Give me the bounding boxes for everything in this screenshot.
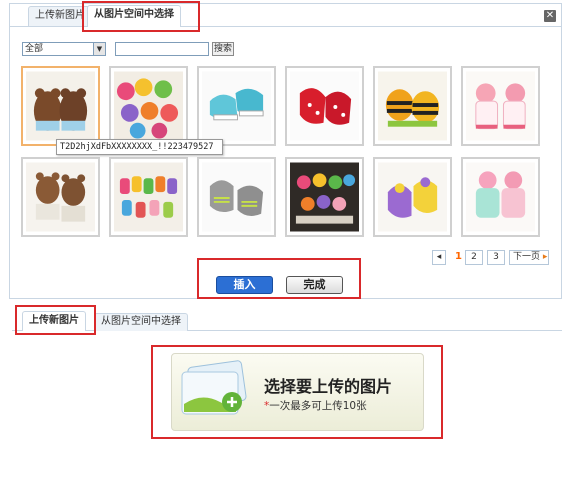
bear-white-socks-image (26, 162, 95, 232)
close-icon[interactable]: ✕ (544, 10, 556, 22)
thumbnail-10[interactable] (285, 157, 364, 237)
search-input[interactable] (115, 42, 209, 56)
thumbnail-12[interactable] (461, 157, 540, 237)
thumbnail-7[interactable] (21, 157, 100, 237)
search-button[interactable]: 搜索 (212, 42, 234, 56)
filename-tooltip: T2D2hjXdFbXXXXXXXX_!!223479527 (56, 139, 223, 155)
bee-socks-image (378, 71, 447, 141)
highlight-box-upload (151, 345, 443, 439)
pink-girl-socks-image (466, 71, 535, 141)
next-page-link[interactable]: 下一页 ▸ (509, 250, 549, 265)
category-select[interactable]: 全部 ▼ (22, 42, 106, 56)
thumbnail-9[interactable] (197, 157, 276, 237)
thumbnail-2[interactable] (109, 66, 188, 146)
thumbnail-8[interactable] (109, 157, 188, 237)
sock-collection-image (114, 162, 183, 232)
chevron-right-icon: ▸ (542, 252, 548, 262)
bear-socks-image (26, 71, 95, 141)
purple-yellow-socks-image (378, 162, 447, 232)
category-select-value: 全部 (25, 44, 44, 54)
sock-set-image (290, 162, 359, 232)
next-page-label: 下一页 (513, 252, 541, 262)
assorted-socks-image (114, 71, 183, 141)
thumbnail-1[interactable] (21, 66, 100, 146)
tab-choose-from-space-bottom[interactable]: 从图片空间中选择 (94, 313, 188, 331)
thumbnail-4[interactable] (285, 66, 364, 146)
page-3-link[interactable]: 3 (487, 250, 505, 265)
grey-sneaker-socks-image (202, 162, 271, 232)
page-2-link[interactable]: 2 (465, 250, 483, 265)
mint-pink-socks-image (466, 162, 535, 232)
highlight-box-actions (197, 258, 361, 299)
thumbnail-5[interactable] (373, 66, 452, 146)
thumbnail-6[interactable] (461, 66, 540, 146)
highlight-box-tab (82, 1, 200, 32)
page-current: 1 (455, 251, 462, 262)
highlight-box-bottom-tab (15, 305, 96, 335)
blue-sneaker-socks-image (202, 71, 271, 141)
chevron-down-icon[interactable]: ▼ (93, 43, 105, 55)
thumbnail-11[interactable] (373, 157, 452, 237)
red-dot-socks-image (290, 71, 359, 141)
chevron-left-icon[interactable]: ◂ (432, 250, 446, 265)
thumbnail-3[interactable] (197, 66, 276, 146)
